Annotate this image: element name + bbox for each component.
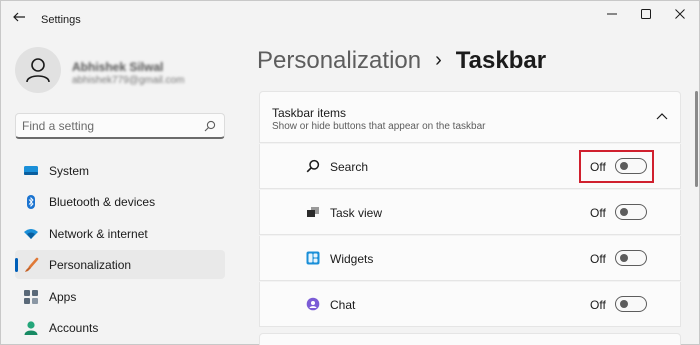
next-settings-card bbox=[259, 333, 681, 345]
search-toggle-highlight bbox=[579, 150, 654, 183]
taskbar-item-task-view: Task view Off bbox=[259, 190, 681, 235]
back-button[interactable] bbox=[11, 9, 31, 25]
search-input[interactable] bbox=[22, 117, 197, 135]
close-button[interactable] bbox=[665, 5, 695, 25]
maximize-button[interactable] bbox=[631, 5, 661, 25]
task-view-toggle[interactable] bbox=[615, 204, 647, 220]
row-label: Search bbox=[330, 160, 369, 174]
chat-icon bbox=[306, 297, 320, 311]
toggle-knob bbox=[620, 300, 628, 308]
widgets-icon bbox=[306, 251, 320, 265]
section-subtitle: Show or hide buttons that appear on the … bbox=[272, 121, 486, 132]
chat-toggle[interactable] bbox=[615, 296, 647, 312]
brush-icon bbox=[25, 257, 39, 272]
sidebar-item-system[interactable]: System bbox=[15, 156, 225, 185]
system-icon bbox=[24, 166, 38, 175]
sidebar-item-label: Personalization bbox=[49, 258, 132, 272]
sidebar-item-accounts[interactable]: Accounts bbox=[15, 313, 225, 342]
row-label: Chat bbox=[330, 298, 356, 312]
row-label: Widgets bbox=[330, 252, 374, 266]
user-icon bbox=[26, 58, 50, 83]
toggle-state: Off bbox=[590, 206, 606, 220]
sidebar-item-label: Bluetooth & devices bbox=[49, 195, 156, 209]
sidebar-item-label: Accounts bbox=[49, 321, 99, 335]
chevron-up-icon[interactable] bbox=[656, 112, 668, 120]
toggle-knob bbox=[620, 208, 628, 216]
user-email: abhishek779@gmail.com bbox=[72, 75, 185, 86]
accounts-icon bbox=[24, 321, 38, 335]
minimize-button[interactable] bbox=[597, 5, 627, 25]
section-title: Taskbar items bbox=[272, 106, 347, 120]
sidebar-item-label: System bbox=[49, 164, 90, 178]
search-icon[interactable] bbox=[204, 120, 216, 132]
taskbar-items-header[interactable]: Taskbar items Show or hide buttons that … bbox=[259, 91, 681, 143]
app-title: Settings bbox=[41, 14, 81, 26]
page-title: Taskbar bbox=[455, 47, 547, 74]
search-icon bbox=[306, 159, 320, 173]
sidebar-item-label: Apps bbox=[49, 290, 77, 304]
sidebar-item-apps[interactable]: Apps bbox=[15, 282, 225, 311]
settings-window: Settings Abhishek Silwal abhishek779@gma… bbox=[0, 0, 700, 345]
avatar bbox=[15, 47, 61, 93]
row-label: Task view bbox=[330, 206, 383, 220]
toggle-state: Off bbox=[590, 252, 606, 266]
search-box bbox=[15, 113, 225, 139]
network-icon bbox=[24, 229, 38, 239]
sidebar-item-network[interactable]: Network & internet bbox=[15, 219, 225, 248]
back-arrow-icon bbox=[13, 12, 25, 22]
close-icon bbox=[675, 9, 685, 19]
minimize-icon bbox=[607, 13, 617, 15]
scrollbar[interactable] bbox=[695, 91, 698, 187]
title-bar: Settings bbox=[1, 1, 700, 33]
sidebar-item-bluetooth[interactable]: Bluetooth & devices bbox=[15, 187, 225, 216]
maximize-icon bbox=[641, 9, 651, 19]
breadcrumb: Personalization › Taskbar bbox=[257, 47, 546, 75]
chevron-right-icon: › bbox=[435, 49, 442, 71]
user-name: Abhishek Silwal bbox=[72, 60, 164, 74]
taskbar-item-chat: Chat Off bbox=[259, 282, 681, 327]
taskbar-item-widgets: Widgets Off bbox=[259, 236, 681, 281]
toggle-knob bbox=[620, 254, 628, 262]
toggle-state: Off bbox=[590, 298, 606, 312]
sidebar-item-label: Network & internet bbox=[49, 227, 148, 241]
task-view-icon bbox=[307, 207, 319, 217]
apps-icon bbox=[24, 290, 38, 304]
sidebar-item-personalization[interactable]: Personalization bbox=[15, 250, 225, 279]
breadcrumb-parent[interactable]: Personalization bbox=[257, 47, 421, 74]
widgets-toggle[interactable] bbox=[615, 250, 647, 266]
bluetooth-icon bbox=[27, 195, 35, 209]
